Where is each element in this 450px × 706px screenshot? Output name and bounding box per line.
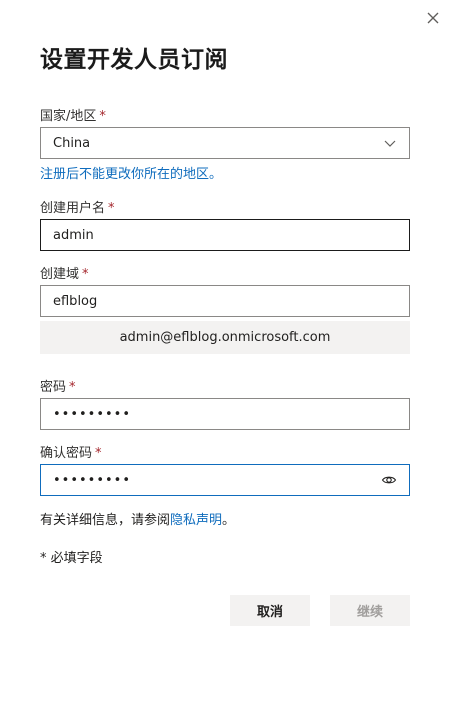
privacy-suffix: 。 bbox=[222, 513, 236, 528]
required-mark: * bbox=[108, 201, 115, 216]
domain-label-text: 创建域 bbox=[40, 267, 80, 282]
password-label: 密码 * bbox=[40, 376, 76, 395]
domain-value: eflblog bbox=[53, 293, 98, 309]
privacy-text: 有关详细信息，请参阅 bbox=[40, 513, 171, 528]
confirm-password-label: 确认密码 * bbox=[40, 442, 102, 461]
next-button[interactable]: 继续 bbox=[330, 595, 410, 626]
domain-label: 创建域 * bbox=[40, 263, 89, 282]
privacy-statement-link[interactable]: 隐私声明 bbox=[170, 513, 222, 528]
chevron-down-icon bbox=[384, 140, 396, 147]
country-label: 国家/地区 * bbox=[40, 105, 106, 124]
required-mark: * bbox=[69, 380, 76, 395]
country-value: China bbox=[53, 135, 91, 151]
cancel-button[interactable]: 取消 bbox=[230, 595, 310, 626]
close-button[interactable] bbox=[424, 9, 442, 27]
username-label-text: 创建用户名 bbox=[40, 201, 106, 216]
required-mark: * bbox=[95, 446, 102, 461]
close-icon bbox=[427, 12, 439, 24]
country-label-text: 国家/地区 bbox=[40, 109, 97, 124]
username-label: 创建用户名 * bbox=[40, 197, 115, 216]
dialog-title: 设置开发人员订阅 bbox=[40, 47, 228, 73]
confirm-password-value: ••••••••• bbox=[53, 472, 132, 488]
region-hint: 注册后不能更改你所在的地区。 bbox=[40, 167, 223, 182]
country-select[interactable]: China bbox=[40, 127, 410, 159]
username-value: admin bbox=[53, 227, 94, 243]
required-mark: * bbox=[82, 267, 89, 282]
password-input[interactable]: ••••••••• bbox=[40, 398, 410, 430]
required-mark: * bbox=[99, 109, 106, 124]
username-input[interactable]: admin bbox=[40, 219, 410, 251]
confirm-password-input[interactable]: ••••••••• bbox=[40, 464, 410, 496]
required-fields-note: * 必填字段 bbox=[40, 551, 103, 566]
confirm-password-label-text: 确认密码 bbox=[40, 446, 93, 461]
password-label-text: 密码 bbox=[40, 380, 67, 395]
domain-input[interactable]: eflblog bbox=[40, 285, 410, 317]
privacy-note: 有关详细信息，请参阅隐私声明。 bbox=[40, 509, 235, 528]
eye-icon[interactable] bbox=[381, 472, 397, 488]
account-preview: admin@eflblog.onmicrosoft.com bbox=[40, 321, 410, 354]
password-value: ••••••••• bbox=[53, 406, 132, 422]
